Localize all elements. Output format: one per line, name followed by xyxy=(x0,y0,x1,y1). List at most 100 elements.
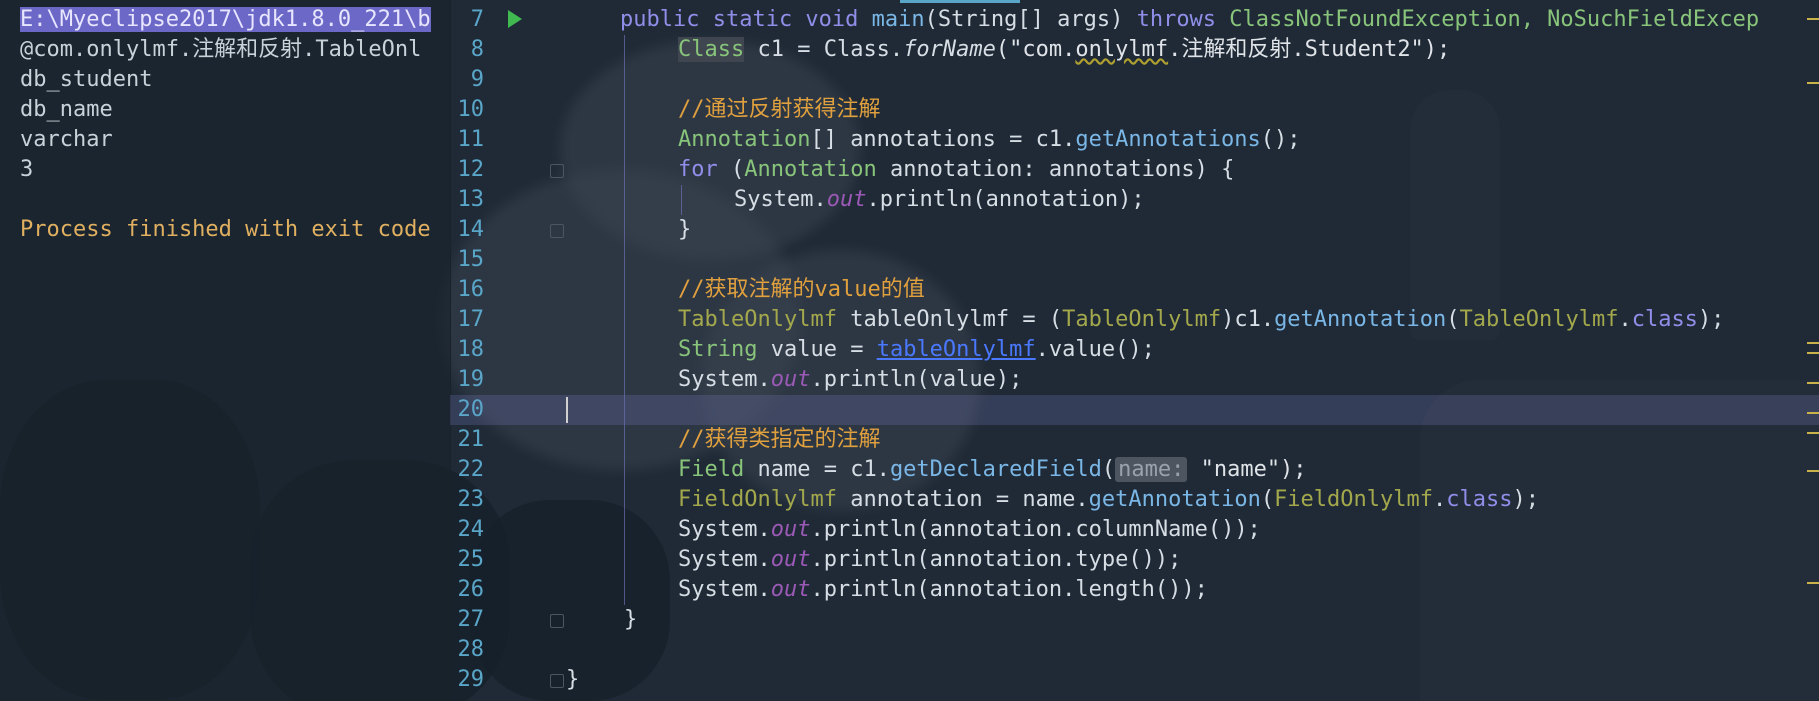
line-number: 19 xyxy=(457,367,485,392)
code-line-27[interactable]: } xyxy=(624,605,637,635)
code-token: name = c1. xyxy=(744,457,890,482)
fold-marker-icon[interactable] xyxy=(550,224,564,238)
code-token: . xyxy=(1618,307,1632,332)
method-token: getDeclaredField xyxy=(889,457,1102,482)
code-line-13[interactable]: System.out.println(annotation); xyxy=(734,185,1145,215)
line-number: 27 xyxy=(457,607,485,632)
line-number-gutter[interactable]: 7 8 9 10 11 12 13 14 15 16 17 18 19 20 2… xyxy=(450,0,560,701)
line-number: 13 xyxy=(457,187,485,212)
line-number: 26 xyxy=(457,577,485,602)
code-line-7[interactable]: public static void main(String[] args) t… xyxy=(620,5,1759,35)
field-token: out xyxy=(770,367,811,392)
line-number: 16 xyxy=(457,277,485,302)
code-token: System. xyxy=(678,577,771,602)
variable-link[interactable]: tableOnlylmf xyxy=(877,337,1036,362)
code-line-21[interactable]: //获得类指定的注解 xyxy=(678,425,881,455)
line-number: 22 xyxy=(457,457,485,482)
code-token: System. xyxy=(734,187,827,212)
code-line-23[interactable]: FieldOnlylmf annotation = name.getAnnota… xyxy=(678,485,1539,515)
line-number: 28 xyxy=(457,637,485,662)
class-token: ClassNotFoundException, NoSuchFieldExcep xyxy=(1229,7,1760,32)
field-token: out xyxy=(826,187,867,212)
code-line-19[interactable]: System.out.println(value); xyxy=(678,365,1022,395)
code-line-22[interactable]: Field name = c1.getDeclaredField(name: "… xyxy=(678,455,1307,485)
fold-marker-icon[interactable] xyxy=(550,614,564,628)
code-token: .println(value); xyxy=(810,367,1023,392)
class-token: Class xyxy=(678,37,745,62)
warning-marker[interactable] xyxy=(1807,470,1819,472)
line-number: 14 xyxy=(457,217,485,242)
machinery-silhouette xyxy=(1420,380,1819,701)
code-token: annotation = name. xyxy=(836,487,1089,512)
code-token: ( xyxy=(1260,487,1275,512)
class-token: Annotation xyxy=(678,127,811,152)
keyword-token: class xyxy=(1446,487,1513,512)
text-caret xyxy=(566,397,568,423)
warning-marker[interactable] xyxy=(1807,582,1819,584)
code-line-17[interactable]: TableOnlylmf tableOnlylmf = (TableOnlylm… xyxy=(678,305,1724,335)
run-icon[interactable] xyxy=(508,10,522,28)
console-output-line: db_student xyxy=(20,67,153,92)
code-line-8[interactable]: Class c1 = Class.forName("com.onlylmf.注解… xyxy=(678,35,1450,65)
code-token: (String[] args) xyxy=(924,7,1137,32)
code-token: ( xyxy=(1446,307,1460,332)
code-line-29[interactable]: } xyxy=(566,665,579,695)
line-number: 25 xyxy=(457,547,485,572)
scrollbar-markers[interactable] xyxy=(1805,0,1819,701)
indent-guide xyxy=(624,35,625,605)
line-number: 29 xyxy=(457,667,485,692)
annotation-type-token: TableOnlylmf xyxy=(1459,307,1619,332)
code-line-25[interactable]: System.out.println(annotation.type()); xyxy=(678,545,1181,575)
method-token: main xyxy=(871,7,925,32)
method-token: getAnnotation xyxy=(1088,487,1261,512)
string-token: onlylmf xyxy=(1075,37,1169,62)
console-panel[interactable]: E:\Myeclipse2017\jdk1.8.0_221\b @com.onl… xyxy=(0,0,451,701)
warning-marker[interactable] xyxy=(1807,352,1819,354)
line-number: 11 xyxy=(457,127,485,152)
code-token: .println(annotation.length()); xyxy=(810,577,1208,602)
indent-guide xyxy=(681,185,682,215)
line-number: 12 xyxy=(457,157,485,182)
class-token: String xyxy=(678,337,758,362)
line-number: 23 xyxy=(457,487,485,512)
console-output-line: db_name xyxy=(20,97,113,122)
code-token: value = xyxy=(757,337,877,362)
code-line-24[interactable]: System.out.println(annotation.columnName… xyxy=(678,515,1261,545)
string-token: ("com. xyxy=(995,37,1076,62)
code-line-10[interactable]: //通过反射获得注解 xyxy=(678,95,881,125)
code-token: tableOnlylmf = ( xyxy=(836,307,1063,332)
keyword-token: class xyxy=(1631,307,1698,332)
warning-marker[interactable] xyxy=(1807,382,1819,384)
string-token: "name"); xyxy=(1187,457,1307,482)
code-line-14[interactable]: } xyxy=(678,215,691,245)
code-token: [] annotations = c1. xyxy=(810,127,1076,152)
class-token: Annotation xyxy=(744,157,877,182)
warning-marker[interactable] xyxy=(1807,82,1819,84)
annotation-type-token: FieldOnlylmf xyxy=(1274,487,1434,512)
line-number: 15 xyxy=(457,247,485,272)
process-finished-message: Process finished with exit code xyxy=(20,217,431,242)
warning-marker[interactable] xyxy=(1807,18,1819,20)
line-number: 9 xyxy=(470,67,484,92)
warning-marker[interactable] xyxy=(1807,432,1819,434)
code-token: System. xyxy=(678,367,771,392)
warning-marker[interactable] xyxy=(1807,342,1819,344)
class-token: Field xyxy=(678,457,745,482)
line-number: 7 xyxy=(470,7,484,32)
string-token: .注解和反射.Student2"); xyxy=(1168,37,1451,62)
code-line-26[interactable]: System.out.println(annotation.length()); xyxy=(678,575,1208,605)
console-output-line: 3 xyxy=(20,157,34,182)
code-token: .println(annotation.columnName()); xyxy=(810,517,1261,542)
line-number: 24 xyxy=(457,517,485,542)
fold-marker-icon[interactable] xyxy=(550,674,564,688)
fold-marker-icon[interactable] xyxy=(550,164,564,178)
code-line-18[interactable]: String value = tableOnlylmf.value(); xyxy=(678,335,1155,365)
line-number: 10 xyxy=(457,97,485,122)
warning-marker[interactable] xyxy=(1807,412,1819,414)
code-token: .println(annotation.type()); xyxy=(810,547,1182,572)
code-line-11[interactable]: Annotation[] annotations = c1.getAnnotat… xyxy=(678,125,1301,155)
method-token: forName xyxy=(903,37,996,62)
code-token: System. xyxy=(678,547,771,572)
code-line-12[interactable]: for (Annotation annotation: annotations)… xyxy=(678,155,1234,185)
code-line-16[interactable]: //获取注解的value的值 xyxy=(678,275,925,305)
